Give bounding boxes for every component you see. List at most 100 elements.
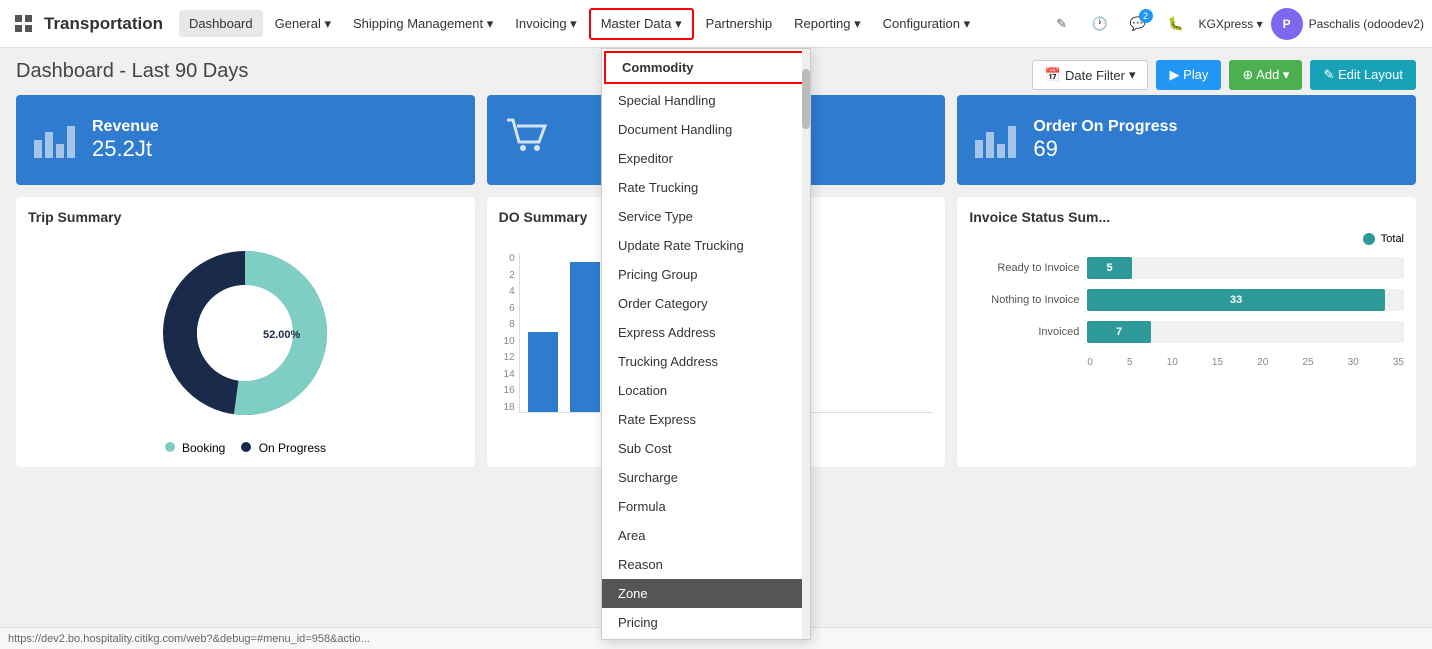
dropdown-item-trucking-address[interactable]: Trucking Address [602, 347, 810, 376]
nothing-bar-outer: 33 [1087, 289, 1404, 311]
nothing-label: Nothing to Invoice [969, 294, 1079, 306]
top-navigation: Transportation Dashboard General ▾ Shipp… [0, 0, 1432, 48]
dropdown-item-sub-cost[interactable]: Sub Cost [602, 434, 810, 463]
dropdown-item-order-category[interactable]: Order Category [602, 289, 810, 318]
ready-label: Ready to Invoice [969, 262, 1079, 274]
dropdown-item-routing[interactable]: Routing [602, 637, 810, 639]
user-avatar: P [1271, 8, 1303, 40]
play-button[interactable]: ▶ Play [1156, 60, 1221, 90]
revenue-label: Revenue [92, 118, 159, 136]
user-display-name: Paschalis (odoodev2) [1309, 17, 1424, 31]
bug-icon-btn[interactable]: 🐛 [1161, 9, 1191, 39]
edit-icon-btn[interactable]: ✎ [1047, 9, 1077, 39]
add-button[interactable]: ⊕ Add ▾ [1229, 60, 1302, 90]
scrollbar-thumb[interactable] [802, 69, 810, 129]
user-app-section[interactable]: KGXpress ▾ [1199, 17, 1263, 31]
nav-partnership[interactable]: Partnership [696, 10, 782, 37]
order-progress-label: Order On Progress [1033, 118, 1177, 136]
dropdown-item-location[interactable]: Location [602, 376, 810, 405]
dropdown-item-pricing-group[interactable]: Pricing Group [602, 260, 810, 289]
dropdown-item-document-handling[interactable]: Document Handling [602, 115, 810, 144]
dropdown-item-reason[interactable]: Reason [602, 550, 810, 579]
on-progress-legend: On Progress [241, 441, 326, 455]
ready-bar: 5 [1087, 257, 1131, 279]
revenue-card: Revenue 25.2Jt [16, 95, 475, 185]
play-label: ▶ Play [1169, 67, 1208, 83]
clock-icon-btn[interactable]: 🕐 [1085, 9, 1115, 39]
dropdown-scroll-area[interactable]: Commodity Special Handling Document Hand… [602, 49, 810, 639]
dropdown-item-update-rate-trucking[interactable]: Update Rate Trucking [602, 231, 810, 260]
dropdown-item-zone[interactable]: Zone [602, 579, 810, 608]
nav-invoicing[interactable]: Invoicing ▾ [505, 10, 586, 38]
edit-layout-label: ✎ Edit Layout [1323, 67, 1403, 83]
trip-donut-chart: 48.00% 52.00% [145, 243, 345, 423]
invoice-row-ready: Ready to Invoice 5 [969, 257, 1404, 279]
dropdown-item-rate-trucking[interactable]: Rate Trucking [602, 173, 810, 202]
on-progress-dot [241, 442, 251, 452]
invoice-status-panel: Invoice Status Sum... Total Ready to Inv… [957, 197, 1416, 467]
order-progress-card: Order On Progress 69 [957, 95, 1416, 185]
trip-summary-title: Trip Summary [28, 209, 463, 225]
do-y-axis: 18 16 14 12 10 8 6 4 2 0 [499, 253, 519, 413]
nothing-bar: 33 [1087, 289, 1385, 311]
ready-value: 5 [1106, 262, 1112, 274]
invoiced-bar-outer: 7 [1087, 321, 1404, 343]
user-profile-section[interactable]: P Paschalis (odoodev2) [1271, 8, 1424, 40]
invoice-x-axis: 0 5 10 15 20 25 30 35 [969, 353, 1404, 368]
dropdown-item-express-address[interactable]: Express Address [602, 318, 810, 347]
invoiced-value: 7 [1116, 326, 1122, 338]
invoice-chart: Ready to Invoice 5 Nothing to Invoice 33 [969, 257, 1404, 368]
add-label: ⊕ Add ▾ [1242, 67, 1289, 83]
date-filter-button[interactable]: 📅 Date Filter ▾ [1032, 60, 1149, 90]
dropdown-item-area[interactable]: Area [602, 521, 810, 550]
revenue-card-text: Revenue 25.2Jt [92, 118, 159, 162]
dropdown-item-pricing[interactable]: Pricing [602, 608, 810, 637]
status-url: https://dev2.bo.hospitality.citikg.com/w… [8, 633, 370, 645]
trip-summary-panel: Trip Summary 48.00% 52.00% [16, 197, 475, 467]
do-bar-2 [570, 262, 600, 412]
invoice-status-title: Invoice Status Sum... [969, 209, 1404, 225]
nav-general[interactable]: General ▾ [265, 10, 341, 38]
invoice-row-invoiced: Invoiced 7 [969, 321, 1404, 343]
nothing-value: 33 [1230, 294, 1242, 306]
nav-shipping-management[interactable]: Shipping Management ▾ [343, 10, 503, 38]
scrollbar-track [802, 49, 810, 639]
cart-icon [503, 112, 551, 169]
on-progress-label: On Progress [259, 441, 326, 455]
edit-layout-button[interactable]: ✎ Edit Layout [1310, 60, 1416, 90]
user-app-name: KGXpress ▾ [1199, 17, 1263, 31]
trip-donut-wrapper: 48.00% 52.00% Booking On Progress [28, 233, 463, 455]
app-grid-icon[interactable] [8, 8, 40, 40]
order-progress-value: 69 [1033, 136, 1177, 162]
invoice-legend-label: Total [1381, 233, 1404, 245]
nav-reporting[interactable]: Reporting ▾ [784, 10, 871, 38]
invoiced-bar: 7 [1087, 321, 1150, 343]
app-title: Transportation [44, 14, 163, 34]
invoice-legend-dot [1363, 233, 1375, 245]
dropdown-item-expeditor[interactable]: Expeditor [602, 144, 810, 173]
dropdown-item-formula[interactable]: Formula [602, 492, 810, 521]
invoice-row-nothing: Nothing to Invoice 33 [969, 289, 1404, 311]
nav-right: ✎ 🕐 💬 2 🐛 KGXpress ▾ P Paschalis (odoode… [1047, 8, 1424, 40]
master-data-dropdown: Commodity Special Handling Document Hand… [601, 48, 811, 640]
invoiced-label: Invoiced [969, 326, 1079, 338]
dropdown-item-service-type[interactable]: Service Type [602, 202, 810, 231]
date-filter-label: Date Filter [1065, 68, 1125, 83]
nav-dashboard[interactable]: Dashboard [179, 10, 263, 37]
booking-dot [165, 442, 175, 452]
trip-legend: Booking On Progress [165, 441, 326, 455]
dropdown-item-special-handling[interactable]: Special Handling [602, 86, 810, 115]
dropdown-item-rate-express[interactable]: Rate Express [602, 405, 810, 434]
dropdown-item-surcharge[interactable]: Surcharge [602, 463, 810, 492]
nav-configuration[interactable]: Configuration ▾ [873, 10, 980, 38]
chat-badge: 2 [1139, 9, 1153, 23]
chat-icon-btn[interactable]: 💬 2 [1123, 9, 1153, 39]
date-filter-chevron: ▾ [1129, 67, 1136, 83]
invoice-legend: Total [969, 233, 1404, 245]
revenue-chart-icon [32, 112, 80, 169]
dropdown-item-commodity[interactable]: Commodity [604, 51, 808, 84]
order-progress-text: Order On Progress 69 [1033, 118, 1177, 162]
order-progress-icon [973, 112, 1021, 169]
do-bar-1 [528, 332, 558, 412]
nav-master-data[interactable]: Master Data ▾ [589, 8, 694, 40]
